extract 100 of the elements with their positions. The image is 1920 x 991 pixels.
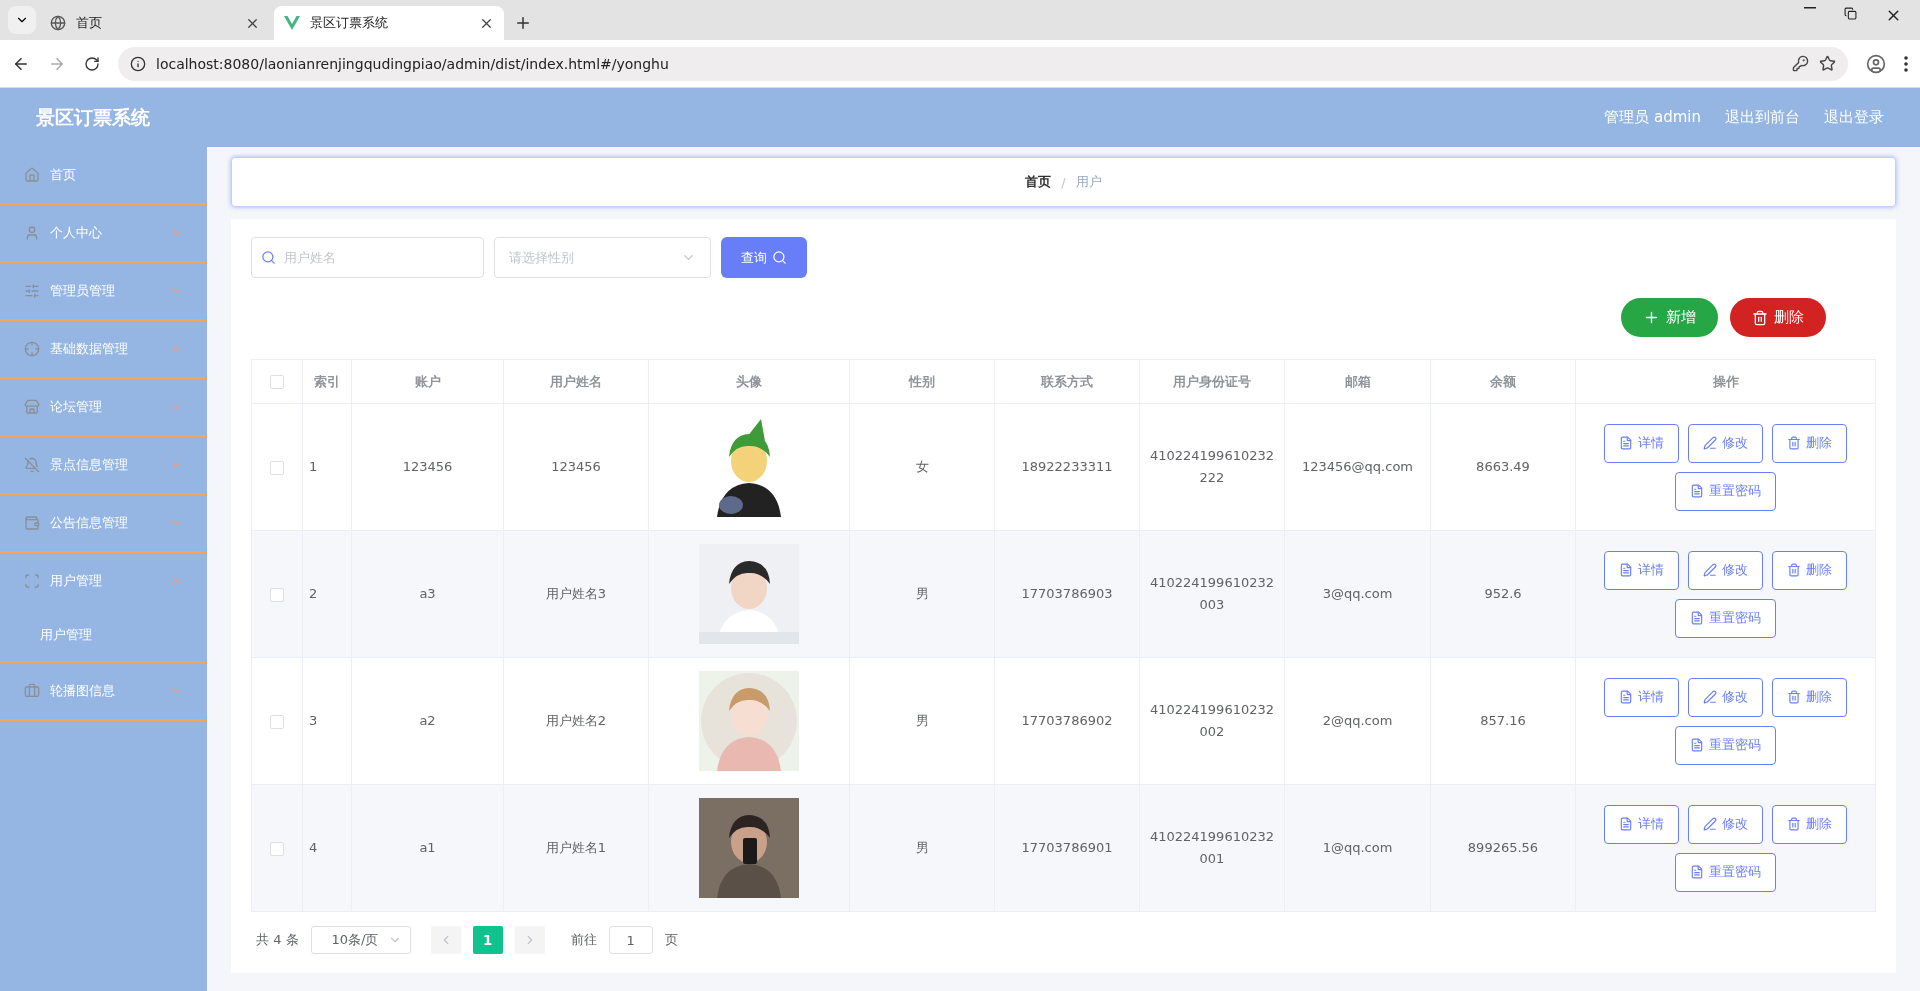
sidebar-item[interactable]: 轮播图信息: [0, 663, 207, 719]
edit-button[interactable]: 修改: [1688, 804, 1763, 844]
reset-button[interactable]: 重置密码: [1675, 598, 1776, 638]
browser-tab[interactable]: 首页: [40, 6, 270, 40]
edit-button[interactable]: 修改: [1688, 550, 1763, 590]
prev-page-button[interactable]: [430, 926, 461, 954]
sidebar-item[interactable]: 景点信息管理: [0, 437, 207, 493]
action-icon: [1619, 563, 1633, 577]
action-icon: [1703, 436, 1717, 450]
sidebar-item[interactable]: 个人中心: [0, 205, 207, 261]
checkbox[interactable]: [270, 587, 284, 602]
action-icon: [1690, 738, 1704, 752]
menu-item-icon: [24, 283, 40, 299]
action-icon: [1690, 484, 1704, 498]
column-header: 性别: [849, 359, 995, 404]
sidebar-item[interactable]: 管理员管理: [0, 263, 207, 319]
reset-button[interactable]: 重置密码: [1675, 471, 1776, 511]
table-cell: 123456: [503, 403, 649, 531]
table-cell: 410224199610232002: [1139, 657, 1285, 785]
checkbox[interactable]: [270, 841, 284, 856]
detail-button[interactable]: 详情: [1604, 677, 1679, 717]
sidebar-item[interactable]: 用户管理: [0, 553, 207, 609]
profile-icon: [1866, 53, 1886, 74]
trash-icon: [1752, 309, 1768, 326]
table-cell: 4: [302, 784, 352, 912]
reset-button[interactable]: 重置密码: [1675, 725, 1776, 765]
add-button[interactable]: 新增: [1621, 298, 1718, 337]
sidebar-item[interactable]: 公告信息管理: [0, 495, 207, 551]
column-header: 用户身份证号: [1139, 359, 1285, 404]
delete-button[interactable]: 删除: [1730, 298, 1826, 337]
table-cell: 男: [849, 784, 995, 912]
action-icon: [1703, 563, 1717, 577]
table-cell: 2: [302, 530, 352, 658]
header-link[interactable]: 管理员 admin: [1604, 108, 1701, 127]
table-cell: 410224199610232222: [1139, 403, 1285, 531]
table-cell: a2: [351, 657, 504, 785]
column-header: 操作: [1575, 359, 1876, 404]
table-cell: 18922233311: [994, 403, 1140, 531]
reset-button[interactable]: 重置密码: [1675, 852, 1776, 892]
table-cell: a3: [351, 530, 504, 658]
header-link[interactable]: 退出登录: [1824, 108, 1884, 127]
page-button[interactable]: 1: [472, 926, 503, 954]
minimize-icon[interactable]: [1804, 6, 1816, 9]
table-cell: a1: [351, 784, 504, 912]
page-size-select[interactable]: 10条/页: [310, 926, 411, 954]
sidebar-item[interactable]: 论坛管理: [0, 379, 207, 435]
url-text: localhost:8080/laonianrenjingqudingpiao/admin/dist/index.html#/yonghu: [156, 55, 670, 72]
breadcrumb-link[interactable]: 首页: [1025, 173, 1052, 191]
tab-list-button[interactable]: [8, 6, 36, 34]
edit-button[interactable]: 修改: [1688, 423, 1763, 463]
address-bar[interactable]: localhost:8080/laonianrenjingqudingpiao/admin/dist/index.html#/yonghu: [118, 46, 1848, 81]
action-icon: [1703, 690, 1717, 704]
breadcrumb-separator: /: [1061, 174, 1066, 190]
table-cell: 857.16: [1430, 657, 1576, 785]
sidebar-subitem[interactable]: 用户管理: [0, 609, 207, 661]
column-header: 邮箱: [1284, 359, 1431, 404]
column-header: 账户: [351, 359, 504, 404]
page-suffix: 页: [664, 931, 678, 949]
column-header: 联系方式: [994, 359, 1140, 404]
page-input[interactable]: 1: [608, 926, 653, 954]
menu-item-icon: [24, 457, 40, 473]
action-icon: [1703, 817, 1717, 831]
search-icon: [772, 250, 787, 265]
total-count: 共 4 条: [256, 931, 299, 949]
key-icon: [1792, 55, 1809, 72]
header-link[interactable]: 退出到前台: [1725, 108, 1800, 127]
sidebar-item[interactable]: 基础数据管理: [0, 321, 207, 377]
delete-button[interactable]: 删除: [1772, 423, 1847, 463]
menu-item-icon: [24, 683, 40, 699]
action-icon: [1619, 436, 1633, 450]
delete-button[interactable]: 删除: [1772, 550, 1847, 590]
next-page-button[interactable]: [514, 926, 545, 954]
action-icon: [1787, 436, 1801, 450]
menu-icon[interactable]: [1904, 55, 1908, 72]
menu-item-icon: [24, 225, 40, 241]
query-button[interactable]: 查询: [721, 237, 807, 278]
detail-button[interactable]: 详情: [1604, 804, 1679, 844]
column-header: 余额: [1430, 359, 1576, 404]
browser-tab[interactable]: 景区订票系统: [274, 6, 504, 40]
table-cell: 用户姓名1: [503, 784, 649, 912]
search-icon: [261, 250, 276, 265]
action-icon: [1690, 611, 1704, 625]
search-field[interactable]: 用户姓名: [251, 237, 484, 278]
table-cell: 410224199610232001: [1139, 784, 1285, 912]
delete-button[interactable]: 删除: [1772, 677, 1847, 717]
detail-button[interactable]: 详情: [1604, 550, 1679, 590]
action-icon: [1619, 690, 1633, 704]
menu-item-icon: [24, 515, 40, 531]
detail-button[interactable]: 详情: [1604, 423, 1679, 463]
action-icon: [1619, 817, 1633, 831]
checkbox[interactable]: [270, 375, 284, 390]
restore-icon: [1844, 6, 1857, 20]
delete-button[interactable]: 删除: [1772, 804, 1847, 844]
new-tab-icon[interactable]: [514, 14, 532, 32]
sidebar-item[interactable]: 首页: [0, 147, 207, 205]
checkbox[interactable]: [270, 714, 284, 729]
edit-button[interactable]: 修改: [1688, 677, 1763, 717]
checkbox[interactable]: [270, 460, 284, 475]
table-cell: 123456: [351, 403, 504, 531]
breadcrumb-link[interactable]: 用户: [1075, 173, 1102, 191]
